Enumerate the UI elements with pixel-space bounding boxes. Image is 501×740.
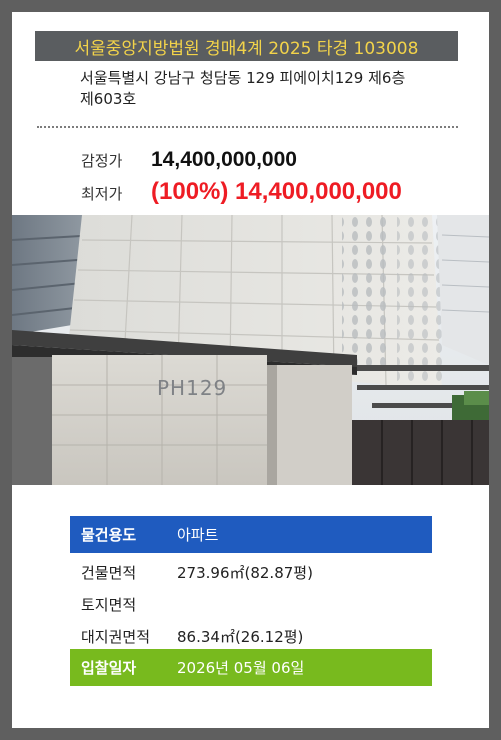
address-line-1: 서울특별시 강남구 청담동 129 피에이치129 제6층 (80, 69, 406, 87)
property-address: 서울특별시 강남구 청담동 129 피에이치129 제6층 제603호 (80, 68, 470, 110)
land-right-area-label: 대지권면적 (81, 628, 151, 646)
usage-row: 물건용도 아파트 (70, 516, 432, 553)
usage-value: 아파트 (177, 526, 219, 544)
appraisal-label: 감정가 (81, 152, 123, 170)
minimum-label: 최저가 (81, 185, 123, 203)
appraisal-price-row: 감정가 14,400,000,000 (81, 148, 297, 172)
building-sign: PH129 (157, 376, 227, 400)
building-area-value: 273.96㎡(82.87평) (177, 564, 313, 582)
minimum-value: (100%) 14,400,000,000 (151, 178, 402, 205)
bid-date-row: 입찰일자 2026년 05월 06일 (70, 649, 432, 686)
address-line-2: 제603호 (80, 90, 137, 108)
usage-label: 물건용도 (81, 526, 137, 544)
bid-date-label: 입찰일자 (81, 659, 137, 677)
property-photo: PH129 (12, 215, 489, 485)
minimum-price-row: 최저가 (100%) 14,400,000,000 (81, 178, 402, 206)
bid-date-value: 2026년 05월 06일 (177, 659, 305, 677)
appraisal-value: 14,400,000,000 (151, 148, 297, 171)
dotted-divider (37, 126, 458, 128)
auction-card: 서울중앙지방법원 경매4계 2025 타경 103008 서울특별시 강남구 청… (12, 12, 489, 728)
land-area-label: 토지면적 (81, 596, 137, 614)
case-title: 서울중앙지방법원 경매4계 2025 타경 103008 (35, 31, 458, 61)
building-area-label: 건물면적 (81, 564, 137, 582)
land-right-area-value: 86.34㎡(26.12평) (177, 628, 304, 646)
